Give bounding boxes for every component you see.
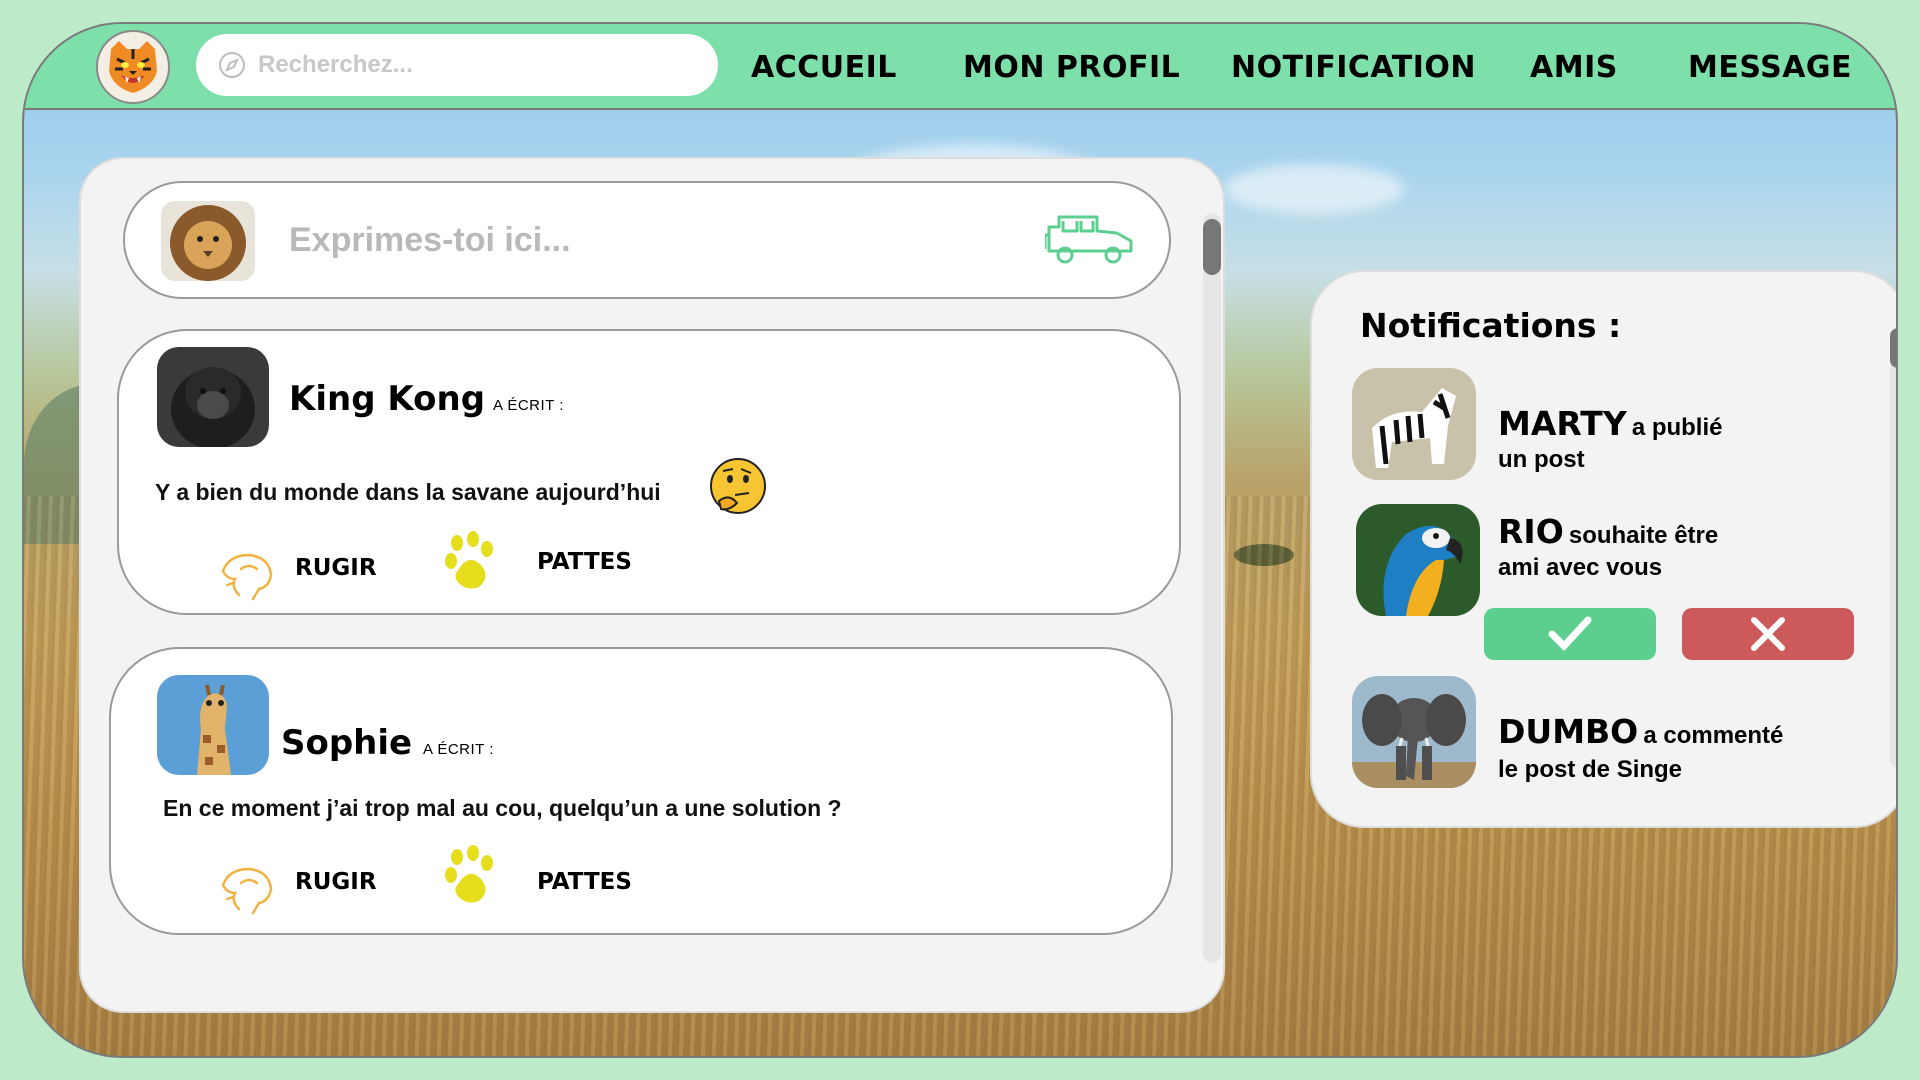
- notifications-scrollbar[interactable]: [1890, 328, 1896, 768]
- roar-button-label[interactable]: RUGIR: [295, 555, 377, 581]
- notification-text: souhaite être: [1568, 522, 1719, 549]
- search-bar: [196, 34, 718, 96]
- composer-placeholder[interactable]: Exprimes-toi ici...: [289, 221, 571, 260]
- notification-name[interactable]: MARTY: [1498, 404, 1627, 443]
- feed-panel: Exprimes-toi ici... King Kong A ÉCRIT: …: [79, 157, 1225, 1013]
- background-cloud: [1224, 164, 1404, 214]
- notifications-panel: Notifications : MARTY a publié un post R…: [1310, 270, 1896, 828]
- nav-accueil[interactable]: ACCUEIL: [751, 50, 897, 85]
- paws-button-label[interactable]: PATTES: [537, 549, 632, 575]
- feed-scrollbar-thumb[interactable]: [1203, 219, 1221, 275]
- post-text: En ce moment j’ai trop mal au cou, quelq…: [163, 795, 842, 821]
- post-card: Sophie A ÉCRIT : En ce moment j’ai trop …: [109, 647, 1173, 935]
- thinking-emoji-icon: [709, 457, 767, 515]
- giraffe-avatar: [157, 675, 269, 775]
- post-wrote-label: A ÉCRIT :: [493, 397, 564, 414]
- post-author[interactable]: Sophie: [281, 723, 412, 763]
- lion-avatar: [161, 201, 255, 281]
- elephant-avatar: [1352, 676, 1476, 788]
- close-icon: [1751, 617, 1785, 651]
- app-window: ACCUEIL MON PROFIL NOTIFICATION AMIS MES…: [22, 22, 1898, 1058]
- notification-item[interactable]: MARTY a publié: [1498, 404, 1723, 443]
- zebra-avatar: [1352, 368, 1476, 480]
- notification-text: un post: [1498, 446, 1585, 473]
- nav-notification[interactable]: NOTIFICATION: [1231, 50, 1476, 85]
- notification-text: ami avec vous: [1498, 554, 1663, 581]
- post-composer[interactable]: Exprimes-toi ici...: [123, 181, 1171, 299]
- notification-text: le post de Singe: [1498, 756, 1683, 783]
- check-icon: [1548, 616, 1592, 652]
- notifications-scrollbar-thumb[interactable]: [1890, 328, 1896, 368]
- nav-mon-profil[interactable]: MON PROFIL: [963, 50, 1180, 85]
- post-author[interactable]: King Kong: [289, 379, 485, 419]
- feed-scrollbar[interactable]: [1203, 213, 1221, 963]
- notification-name[interactable]: DUMBO: [1498, 712, 1638, 751]
- post-wrote-label: A ÉCRIT :: [423, 741, 494, 758]
- jeep-icon[interactable]: [1045, 211, 1137, 269]
- notifications-title: Notifications :: [1360, 306, 1622, 345]
- nav-amis[interactable]: AMIS: [1530, 50, 1618, 85]
- notification-item[interactable]: DUMBO a commenté: [1498, 712, 1783, 751]
- paws-button-label[interactable]: PATTES: [537, 869, 632, 895]
- gorilla-avatar: [157, 347, 269, 447]
- roar-icon[interactable]: [219, 863, 275, 915]
- roar-icon[interactable]: [219, 549, 275, 601]
- notification-text: a publié: [1631, 414, 1723, 441]
- roar-button-label[interactable]: RUGIR: [295, 869, 377, 895]
- top-navigation-bar: ACCUEIL MON PROFIL NOTIFICATION AMIS MES…: [24, 24, 1896, 110]
- decline-friend-button[interactable]: [1682, 608, 1854, 660]
- notification-text: a commenté: [1643, 722, 1784, 749]
- parrot-avatar: [1356, 504, 1480, 616]
- notification-name[interactable]: RIO: [1498, 512, 1564, 551]
- post-text: Y a bien du monde dans la savane aujourd…: [155, 479, 661, 505]
- tiger-logo-icon[interactable]: [96, 30, 170, 104]
- accept-friend-button[interactable]: [1484, 608, 1656, 660]
- post-card: King Kong A ÉCRIT : Y a bien du monde da…: [117, 329, 1181, 615]
- compass-icon: [219, 52, 245, 78]
- paw-icon[interactable]: [443, 845, 499, 907]
- paw-icon[interactable]: [443, 531, 499, 593]
- nav-message[interactable]: MESSAGE: [1688, 50, 1852, 85]
- notification-item[interactable]: RIO souhaite être: [1498, 512, 1718, 551]
- search-input[interactable]: [256, 50, 680, 80]
